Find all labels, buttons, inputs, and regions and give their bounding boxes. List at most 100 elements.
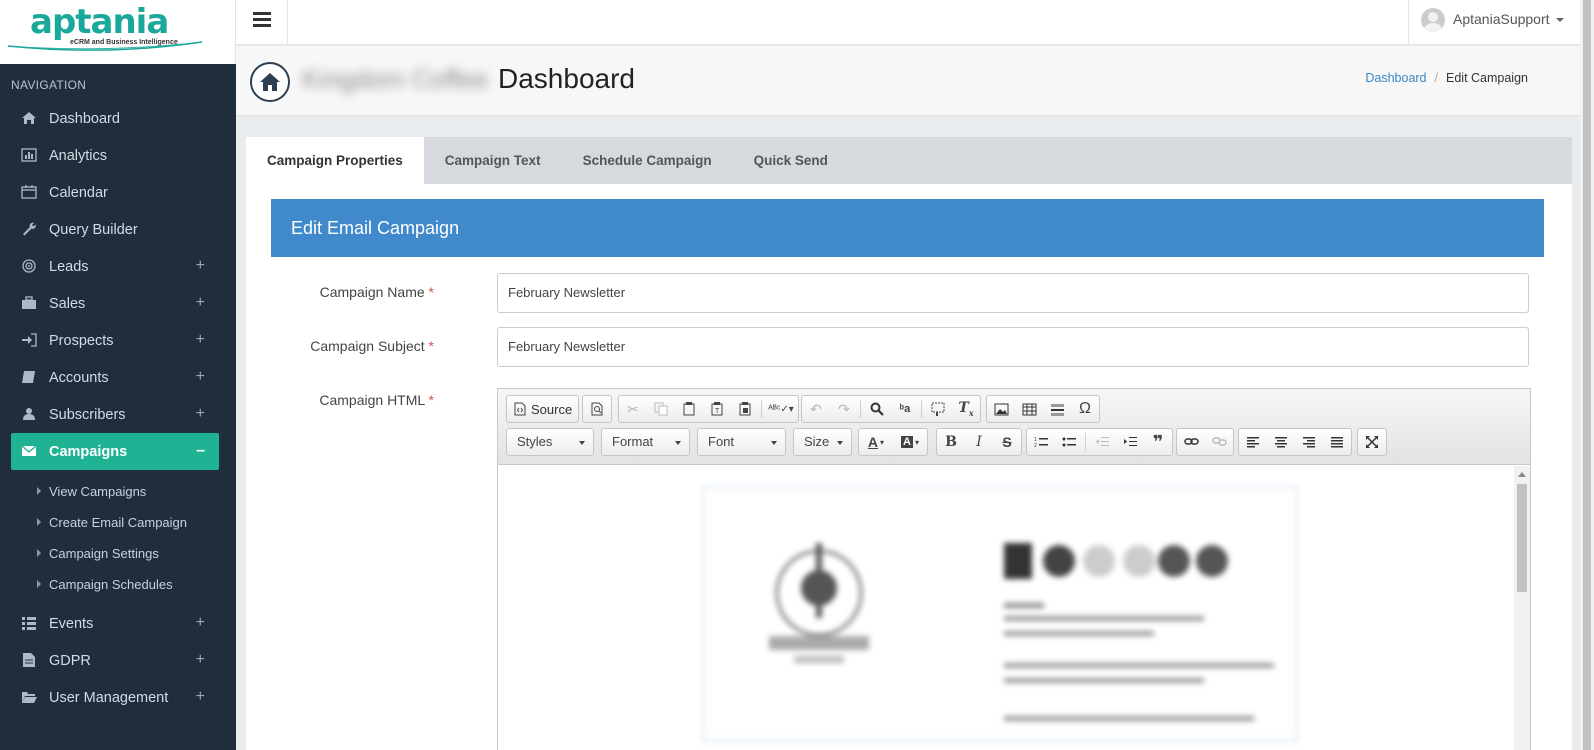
redo-button[interactable]: ↷ bbox=[830, 396, 858, 422]
sidebar-item-user-management[interactable]: User Management + bbox=[11, 679, 219, 716]
bold-button[interactable]: B bbox=[937, 429, 965, 455]
numbered-list-button[interactable]: 12 bbox=[1027, 429, 1055, 455]
sidebar-item-prospects[interactable]: Prospects + bbox=[11, 322, 219, 359]
scroll-up-icon[interactable] bbox=[1518, 472, 1526, 477]
sidebar-item-label: Analytics bbox=[49, 147, 108, 164]
source-icon bbox=[514, 402, 526, 416]
hamburger-icon bbox=[253, 12, 271, 15]
menu-toggle-button[interactable] bbox=[236, 0, 288, 45]
submenu-campaign-schedules[interactable]: Campaign Schedules bbox=[0, 569, 236, 600]
replace-button[interactable]: ᵇa bbox=[891, 396, 919, 422]
expand-icon[interactable]: + bbox=[196, 405, 205, 423]
styles-dropdown[interactable]: Styles bbox=[506, 428, 594, 456]
link-button[interactable] bbox=[1177, 429, 1205, 455]
envelope-icon bbox=[21, 445, 37, 456]
special-char-button[interactable]: Ω bbox=[1071, 396, 1099, 422]
scrollbar-thumb[interactable] bbox=[1517, 484, 1527, 592]
page-scrollbar[interactable] bbox=[1580, 0, 1594, 750]
sidebar-item-calendar[interactable]: Calendar bbox=[11, 174, 219, 211]
campaign-subject-input[interactable]: February Newsletter bbox=[497, 327, 1529, 367]
expand-icon[interactable]: + bbox=[196, 294, 205, 312]
sidebar-item-analytics[interactable]: Analytics bbox=[11, 137, 219, 174]
sidebar-item-accounts[interactable]: Accounts + bbox=[11, 359, 219, 396]
paste-text-button[interactable]: T bbox=[703, 396, 731, 422]
tab-quick-send[interactable]: Quick Send bbox=[733, 137, 849, 184]
blockquote-button[interactable]: ❞ bbox=[1144, 429, 1172, 455]
italic-button[interactable]: I bbox=[965, 429, 993, 455]
submenu-campaign-settings[interactable]: Campaign Settings bbox=[0, 538, 236, 569]
sidebar-item-sales[interactable]: Sales + bbox=[11, 285, 219, 322]
editor-content-area[interactable] bbox=[498, 466, 1530, 750]
select-all-icon bbox=[931, 402, 945, 416]
sidebar-item-subscribers[interactable]: Subscribers + bbox=[11, 396, 219, 433]
find-button[interactable] bbox=[863, 396, 891, 422]
undo-button[interactable]: ↶ bbox=[802, 396, 830, 422]
editor-scrollbar[interactable] bbox=[1514, 466, 1530, 750]
expand-icon[interactable]: + bbox=[196, 651, 205, 669]
calendar-icon bbox=[21, 185, 37, 199]
align-left-button[interactable] bbox=[1239, 429, 1267, 455]
sidebar-item-campaigns[interactable]: Campaigns – bbox=[11, 433, 219, 470]
indent-button[interactable] bbox=[1116, 429, 1144, 455]
label-text: Campaign Name bbox=[319, 284, 425, 300]
submenu-create-email-campaign[interactable]: Create Email Campaign bbox=[0, 507, 236, 538]
caret-down-icon bbox=[1555, 18, 1564, 22]
maximize-button[interactable] bbox=[1358, 429, 1386, 455]
outdent-button[interactable] bbox=[1088, 429, 1116, 455]
page-header: Kingdom Coffee Dashboard Dashboard / Edit … bbox=[236, 46, 1580, 116]
unlink-button[interactable] bbox=[1205, 429, 1233, 455]
breadcrumb-dashboard-link[interactable]: Dashboard bbox=[1365, 71, 1426, 85]
size-dropdown[interactable]: Size bbox=[793, 428, 852, 456]
format-dropdown[interactable]: Format bbox=[601, 428, 690, 456]
cut-button[interactable]: ✂ bbox=[619, 396, 647, 422]
table-button[interactable] bbox=[1015, 396, 1043, 422]
campaign-name-input[interactable]: February Newsletter bbox=[497, 273, 1529, 313]
expand-icon[interactable]: + bbox=[196, 614, 205, 632]
sidebar-item-leads[interactable]: Leads + bbox=[11, 248, 219, 285]
font-dropdown[interactable]: Font bbox=[697, 428, 786, 456]
tab-campaign-properties[interactable]: Campaign Properties bbox=[246, 137, 424, 184]
copy-button[interactable] bbox=[647, 396, 675, 422]
bullet-list-button[interactable] bbox=[1055, 429, 1083, 455]
sidebar-item-label: Dashboard bbox=[49, 110, 120, 127]
select-all-button[interactable] bbox=[924, 396, 952, 422]
remove-format-button[interactable]: Tx bbox=[952, 396, 980, 422]
submenu-view-campaigns[interactable]: View Campaigns bbox=[0, 476, 236, 507]
align-center-button[interactable] bbox=[1267, 429, 1295, 455]
strikethrough-button[interactable]: S bbox=[993, 429, 1021, 455]
horizontal-rule-button[interactable] bbox=[1043, 396, 1071, 422]
top-bar: AptaniaSupport bbox=[236, 0, 1580, 45]
scrollbar-thumb[interactable] bbox=[1583, 0, 1591, 750]
basic-style-group: B I S bbox=[936, 428, 1022, 456]
collapse-icon[interactable]: – bbox=[196, 442, 205, 460]
justify-button[interactable] bbox=[1323, 429, 1351, 455]
spellcheck-button[interactable]: ᴬᴮᶜ✓▾ bbox=[764, 396, 798, 422]
paste-button[interactable] bbox=[675, 396, 703, 422]
align-right-button[interactable] bbox=[1295, 429, 1323, 455]
sidebar-item-gdpr[interactable]: GDPR + bbox=[11, 642, 219, 679]
tab-schedule-campaign[interactable]: Schedule Campaign bbox=[562, 137, 733, 184]
sidebar-item-events[interactable]: Events + bbox=[11, 605, 219, 642]
text-color-button[interactable]: A ▾ bbox=[859, 429, 893, 455]
expand-icon[interactable]: + bbox=[196, 331, 205, 349]
paste-word-button[interactable] bbox=[731, 396, 759, 422]
preview-icon bbox=[591, 402, 603, 416]
link-group bbox=[1176, 428, 1234, 456]
home-button[interactable] bbox=[250, 62, 290, 102]
copy-icon bbox=[654, 402, 668, 416]
logo[interactable]: aptania eCRM and Business Intelligence bbox=[0, 0, 236, 64]
align-right-icon bbox=[1303, 437, 1315, 448]
tab-campaign-text[interactable]: Campaign Text bbox=[424, 137, 562, 184]
source-button[interactable]: Source bbox=[506, 395, 580, 423]
user-menu[interactable]: AptaniaSupport bbox=[1408, 0, 1580, 45]
image-button[interactable] bbox=[987, 396, 1015, 422]
sidebar-item-dashboard[interactable]: Dashboard bbox=[11, 100, 219, 137]
expand-icon[interactable]: + bbox=[196, 257, 205, 275]
target-icon bbox=[22, 259, 36, 273]
preview-button[interactable] bbox=[583, 396, 611, 422]
background-color-button[interactable]: A ▾ bbox=[893, 429, 927, 455]
expand-icon[interactable]: + bbox=[196, 368, 205, 386]
expand-icon[interactable]: + bbox=[196, 688, 205, 706]
sign-in-icon bbox=[22, 333, 37, 347]
sidebar-item-query-builder[interactable]: Query Builder bbox=[11, 211, 219, 248]
